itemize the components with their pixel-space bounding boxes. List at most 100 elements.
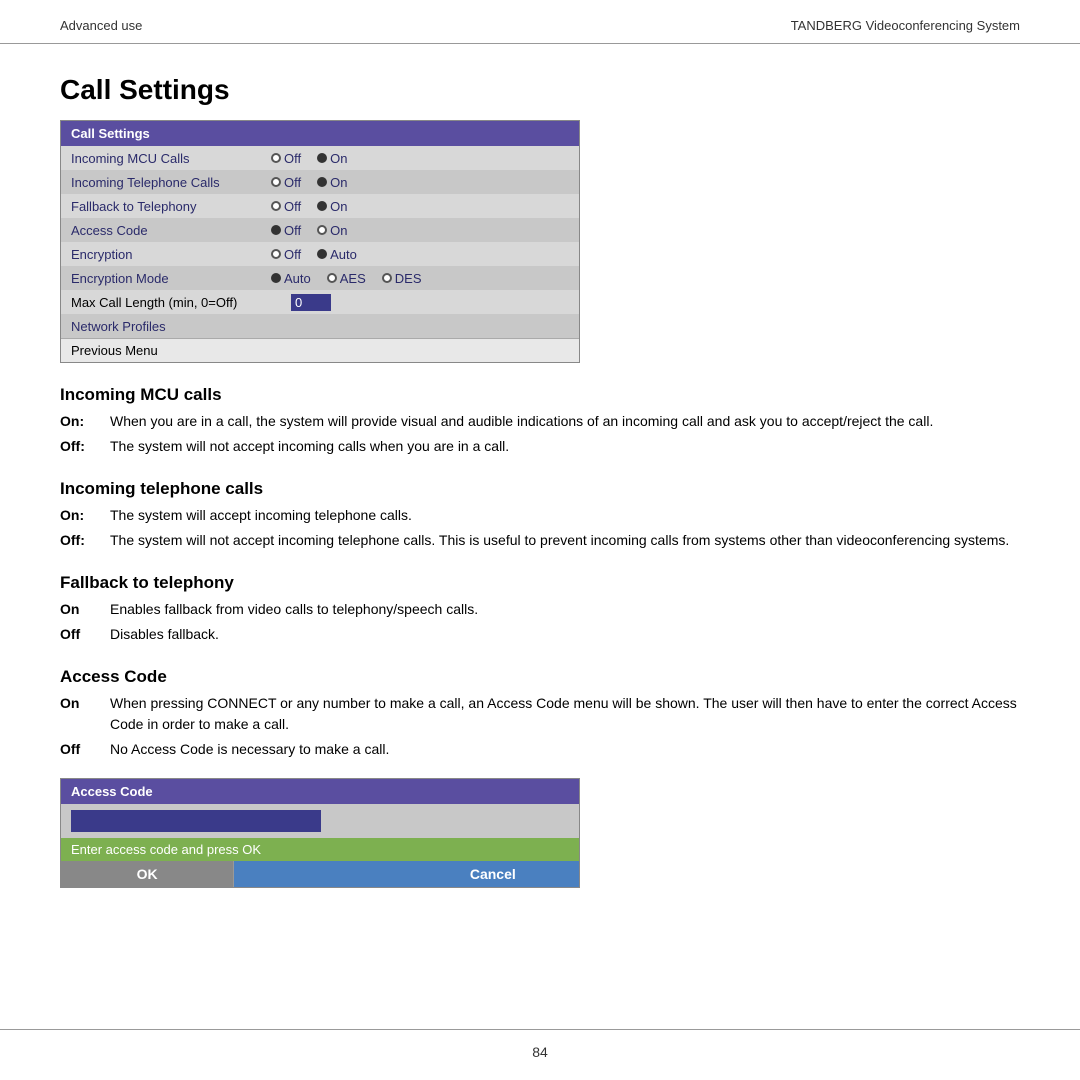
section-incoming-mcu: Incoming MCU calls On: When you are in a… <box>60 385 1020 457</box>
option-mode-auto[interactable]: Auto <box>271 271 311 286</box>
label-tel-off: Off <box>284 175 301 190</box>
option-ac-off[interactable]: Off <box>271 223 301 238</box>
option-mcu-on[interactable]: On <box>317 151 347 166</box>
dialog-input-row <box>61 804 579 838</box>
radio-tel-on <box>317 177 327 187</box>
label-ac-off: Off <box>284 223 301 238</box>
dialog-hint: Enter access code and press OK <box>61 838 579 861</box>
term-fallback-on: On <box>60 599 110 620</box>
term-tel-off: Off: <box>60 530 110 551</box>
label-incoming-telephone: Incoming Telephone Calls <box>71 175 271 190</box>
def-mcu-off: The system will not accept incoming call… <box>110 436 1020 457</box>
radio-enc-off <box>271 249 281 259</box>
label-network-profiles: Network Profiles <box>71 319 271 334</box>
option-tel-on[interactable]: On <box>317 175 347 190</box>
desc-mcu-on: On: When you are in a call, the system w… <box>60 411 1020 432</box>
def-ac-off: No Access Code is necessary to make a ca… <box>110 739 1020 760</box>
term-ac-off: Off <box>60 739 110 760</box>
label-enc-auto: Auto <box>330 247 357 262</box>
row-network-profiles[interactable]: Network Profiles <box>61 314 579 338</box>
radio-ac-on <box>317 225 327 235</box>
label-ac-on: On <box>330 223 347 238</box>
page-content: Call Settings Call Settings Incoming MCU… <box>0 44 1080 908</box>
radio-mode-aes <box>327 273 337 283</box>
label-mode-des: DES <box>395 271 422 286</box>
row-fallback: Fallback to Telephony Off On <box>61 194 579 218</box>
page-footer: 84 <box>0 1029 1080 1060</box>
def-tel-on: The system will accept incoming telephon… <box>110 505 1020 526</box>
radio-fallback-off <box>271 201 281 211</box>
term-mcu-off: Off: <box>60 436 110 457</box>
desc-tel-on: On: The system will accept incoming tele… <box>60 505 1020 526</box>
def-tel-off: The system will not accept incoming tele… <box>110 530 1020 551</box>
radio-tel-off <box>271 177 281 187</box>
options-fallback: Off On <box>271 199 347 214</box>
options-incoming-mcu: Off On <box>271 151 347 166</box>
option-enc-auto[interactable]: Auto <box>317 247 357 262</box>
settings-table: Call Settings Incoming MCU Calls Off On <box>60 120 580 363</box>
section-incoming-tel: Incoming telephone calls On: The system … <box>60 479 1020 551</box>
label-previous-menu: Previous Menu <box>71 343 271 358</box>
option-tel-off[interactable]: Off <box>271 175 301 190</box>
label-enc-off: Off <box>284 247 301 262</box>
access-code-input[interactable] <box>71 810 321 832</box>
term-ac-on: On <box>60 693 110 735</box>
row-incoming-mcu: Incoming MCU Calls Off On <box>61 146 579 170</box>
label-fallback-off: Off <box>284 199 301 214</box>
option-mode-aes[interactable]: AES <box>327 271 366 286</box>
ok-button[interactable]: OK <box>61 861 234 887</box>
page-title: Call Settings <box>60 74 1020 106</box>
label-mode-aes: AES <box>340 271 366 286</box>
dialog-header: Access Code <box>61 779 579 804</box>
row-incoming-telephone: Incoming Telephone Calls Off On <box>61 170 579 194</box>
section-access-code: Access Code On When pressing CONNECT or … <box>60 667 1020 760</box>
max-call-input[interactable] <box>291 294 331 311</box>
radio-mode-auto <box>271 273 281 283</box>
radio-mcu-on <box>317 153 327 163</box>
page-number: 84 <box>532 1044 548 1060</box>
section-title-ac: Access Code <box>60 667 1020 687</box>
header-left: Advanced use <box>60 18 142 33</box>
settings-table-body: Incoming MCU Calls Off On Incoming Telep… <box>61 146 579 362</box>
label-encryption-mode: Encryption Mode <box>71 271 271 286</box>
row-encryption: Encryption Off Auto <box>61 242 579 266</box>
label-fallback: Fallback to Telephony <box>71 199 271 214</box>
term-fallback-off: Off <box>60 624 110 645</box>
label-access-code: Access Code <box>71 223 271 238</box>
label-incoming-mcu: Incoming MCU Calls <box>71 151 271 166</box>
option-fallback-on[interactable]: On <box>317 199 347 214</box>
option-mode-des[interactable]: DES <box>382 271 422 286</box>
page-header: Advanced use TANDBERG Videoconferencing … <box>0 0 1080 44</box>
option-mcu-off[interactable]: Off <box>271 151 301 166</box>
label-encryption: Encryption <box>71 247 271 262</box>
def-fallback-off: Disables fallback. <box>110 624 1020 645</box>
radio-mcu-off <box>271 153 281 163</box>
row-max-call-length: Max Call Length (min, 0=Off) <box>61 290 579 314</box>
row-access-code: Access Code Off On <box>61 218 579 242</box>
section-title-tel: Incoming telephone calls <box>60 479 1020 499</box>
option-fallback-off[interactable]: Off <box>271 199 301 214</box>
option-enc-off[interactable]: Off <box>271 247 301 262</box>
desc-fallback-on: On Enables fallback from video calls to … <box>60 599 1020 620</box>
option-ac-on[interactable]: On <box>317 223 347 238</box>
def-ac-on: When pressing CONNECT or any number to m… <box>110 693 1020 735</box>
label-fallback-on: On <box>330 199 347 214</box>
def-fallback-on: Enables fallback from video calls to tel… <box>110 599 1020 620</box>
term-tel-on: On: <box>60 505 110 526</box>
desc-ac-on: On When pressing CONNECT or any number t… <box>60 693 1020 735</box>
header-right: TANDBERG Videoconferencing System <box>791 18 1020 33</box>
row-previous-menu[interactable]: Previous Menu <box>61 338 579 362</box>
button-spacer <box>234 861 406 887</box>
radio-mode-des <box>382 273 392 283</box>
desc-fallback-off: Off Disables fallback. <box>60 624 1020 645</box>
settings-table-header: Call Settings <box>61 121 579 146</box>
options-access-code: Off On <box>271 223 347 238</box>
row-encryption-mode: Encryption Mode Auto AES DES <box>61 266 579 290</box>
section-fallback: Fallback to telephony On Enables fallbac… <box>60 573 1020 645</box>
label-max-call-length: Max Call Length (min, 0=Off) <box>71 295 291 310</box>
cancel-button[interactable]: Cancel <box>407 861 579 887</box>
term-mcu-on: On: <box>60 411 110 432</box>
options-incoming-telephone: Off On <box>271 175 347 190</box>
desc-mcu-off: Off: The system will not accept incoming… <box>60 436 1020 457</box>
dialog-buttons: OK Cancel <box>61 861 579 887</box>
